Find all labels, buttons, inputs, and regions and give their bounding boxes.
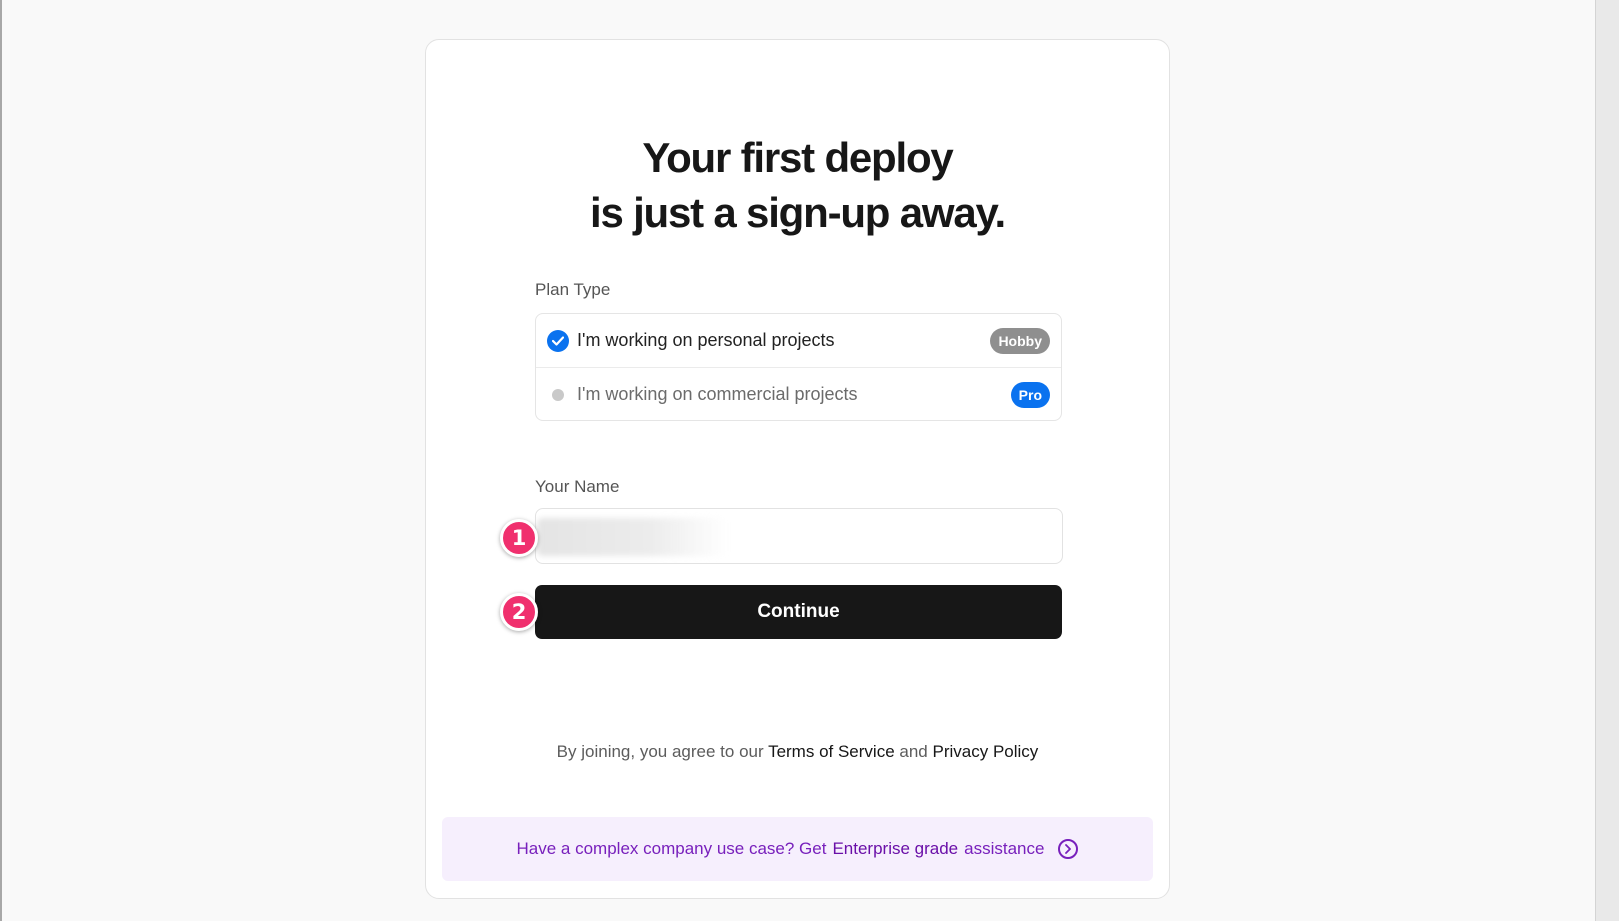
window-left-edge bbox=[0, 0, 2, 921]
page-title-line-1: Your first deploy bbox=[642, 134, 953, 181]
continue-button[interactable]: Continue bbox=[535, 585, 1062, 639]
legal-prefix: By joining, you agree to our bbox=[556, 742, 764, 761]
enterprise-banner[interactable]: Have a complex company use case? Get Ent… bbox=[442, 817, 1153, 881]
your-name-label: Your Name bbox=[535, 477, 620, 496]
page-title: Your first deploy is just a sign-up away… bbox=[426, 130, 1169, 240]
pro-badge: Pro bbox=[1010, 381, 1050, 408]
plan-type-label: Plan Type bbox=[535, 280, 611, 299]
plan-type-selector: I'm working on personal projects Hobby I… bbox=[535, 313, 1062, 421]
legal-notice: By joining, you agree to our Terms of Se… bbox=[426, 742, 1169, 762]
plan-option-hobby-label: I'm working on personal projects bbox=[577, 330, 835, 350]
chevron-right-circle-icon[interactable] bbox=[1058, 839, 1079, 859]
privacy-policy-link[interactable]: Privacy Policy bbox=[933, 742, 1039, 761]
radio-unselected-icon[interactable] bbox=[552, 388, 564, 401]
name-redacted-blur bbox=[537, 518, 727, 556]
signup-card: Your first deploy is just a sign-up away… bbox=[425, 39, 1170, 899]
plan-option-pro-label: I'm working on commercial projects bbox=[577, 384, 858, 404]
check-icon[interactable] bbox=[547, 329, 569, 352]
terms-of-service-link[interactable]: Terms of Service bbox=[768, 742, 895, 761]
enterprise-text-suffix: assistance bbox=[964, 839, 1045, 858]
step-marker-2: 2 bbox=[500, 593, 538, 631]
plan-option-pro[interactable]: I'm working on commercial projects Pro bbox=[536, 367, 1061, 420]
plan-option-hobby[interactable]: I'm working on personal projects Hobby bbox=[536, 314, 1061, 367]
enterprise-text-prefix: Have a complex company use case? Get bbox=[516, 839, 827, 858]
page-title-line-2: is just a sign-up away. bbox=[589, 189, 1006, 236]
legal-and: and bbox=[899, 742, 928, 761]
enterprise-link[interactable]: Enterprise grade bbox=[832, 839, 958, 859]
hobby-badge: Hobby bbox=[990, 327, 1050, 354]
scrollbar[interactable] bbox=[1595, 0, 1619, 921]
step-marker-1: 1 bbox=[500, 519, 538, 557]
